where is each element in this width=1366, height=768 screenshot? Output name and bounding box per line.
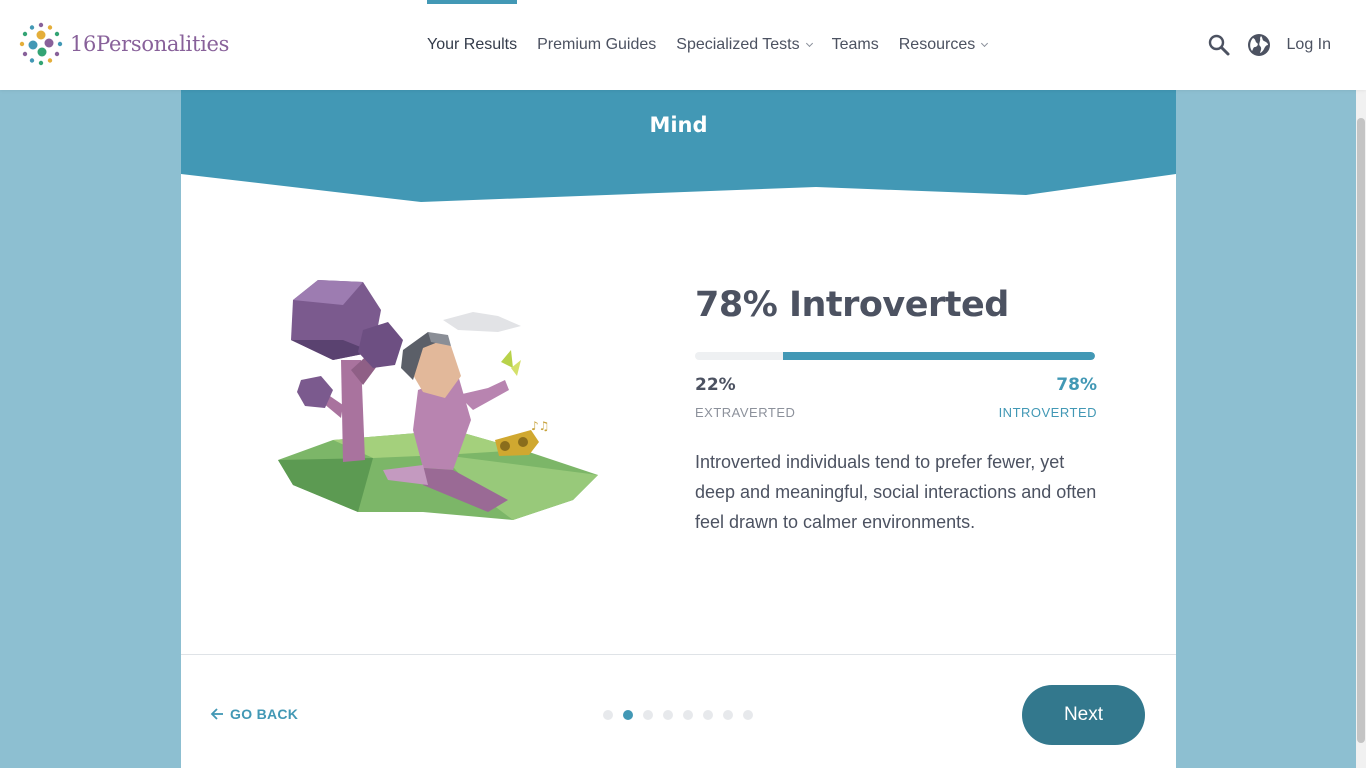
chevron-down-icon xyxy=(981,39,989,47)
logo-wordmark: 16Personalities xyxy=(70,32,229,56)
section-title: Mind xyxy=(649,113,708,137)
nav-label: Premium Guides xyxy=(537,36,657,53)
step-dot xyxy=(663,710,673,720)
go-back-label: GO BACK xyxy=(230,706,299,722)
result-description: Introverted individuals tend to prefer f… xyxy=(695,452,1097,532)
nav-label: Teams xyxy=(831,36,879,53)
step-dot xyxy=(743,710,753,720)
step-dot xyxy=(703,710,713,720)
introverted-percent: 78% xyxy=(1056,375,1097,395)
step-dot xyxy=(603,710,613,720)
trait-label-row: EXTRAVERTED INTROVERTED xyxy=(695,405,1097,420)
page-scrollbar[interactable] xyxy=(1356,90,1366,768)
step-indicator xyxy=(603,710,763,720)
nav-label: Resources xyxy=(898,36,976,53)
trait-progress-fill xyxy=(783,352,1095,360)
card-banner xyxy=(181,90,1176,202)
result-panel: 78% Introverted 22% 78% EXTRAVERTED INTR… xyxy=(695,285,1097,537)
extraverted-percent: 22% xyxy=(695,375,736,395)
nav-teams[interactable]: Teams xyxy=(832,0,879,90)
search-button[interactable] xyxy=(1207,33,1231,57)
login-link[interactable]: Log In xyxy=(1287,36,1331,54)
result-title: 78% Introverted xyxy=(695,285,1009,325)
nav-your-results[interactable]: Your Results xyxy=(427,0,518,90)
nav-resources[interactable]: Resources xyxy=(898,0,989,90)
percent-row: 22% 78% xyxy=(695,375,1097,395)
introverted-label: INTROVERTED xyxy=(998,405,1097,420)
nav-specialized-tests[interactable]: Specialized Tests xyxy=(676,0,813,90)
arrow-left-icon xyxy=(210,708,223,720)
site-logo[interactable]: 16Personalities xyxy=(18,21,229,67)
nav-label: Your Results xyxy=(427,36,518,53)
logo-icon xyxy=(19,22,63,66)
step-dot xyxy=(643,710,653,720)
main-nav: Your Results Premium Guides Specialized … xyxy=(427,0,1007,90)
step-dot xyxy=(683,710,693,720)
top-header: 16Personalities Your Results Premium Gui… xyxy=(0,0,1366,90)
svg-text:♪♫: ♪♫ xyxy=(531,419,549,433)
nav-premium-guides[interactable]: Premium Guides xyxy=(537,0,656,90)
nav-label: Specialized Tests xyxy=(676,36,800,53)
introvert-illustration: ♪♫ xyxy=(278,280,598,520)
extraverted-label: EXTRAVERTED xyxy=(695,405,796,420)
logo-number: 16 xyxy=(70,32,97,56)
go-back-link[interactable]: GO BACK xyxy=(210,706,298,722)
step-dot xyxy=(623,710,633,720)
logo-word: Personalities xyxy=(96,32,230,56)
step-dot xyxy=(723,710,733,720)
next-button[interactable]: Next xyxy=(1022,685,1145,745)
chevron-down-icon xyxy=(805,39,813,47)
globe-icon xyxy=(1247,34,1270,56)
search-icon xyxy=(1208,34,1230,56)
scrollbar-thumb[interactable] xyxy=(1357,118,1365,743)
language-button[interactable] xyxy=(1247,33,1271,57)
footer-divider xyxy=(181,654,1176,655)
result-card: Mind ♪♫ 78% Introverted 22% 78% EXTRAVER… xyxy=(181,90,1176,768)
header-actions: Log In xyxy=(1207,0,1331,90)
trait-progress-bar xyxy=(695,352,1095,360)
